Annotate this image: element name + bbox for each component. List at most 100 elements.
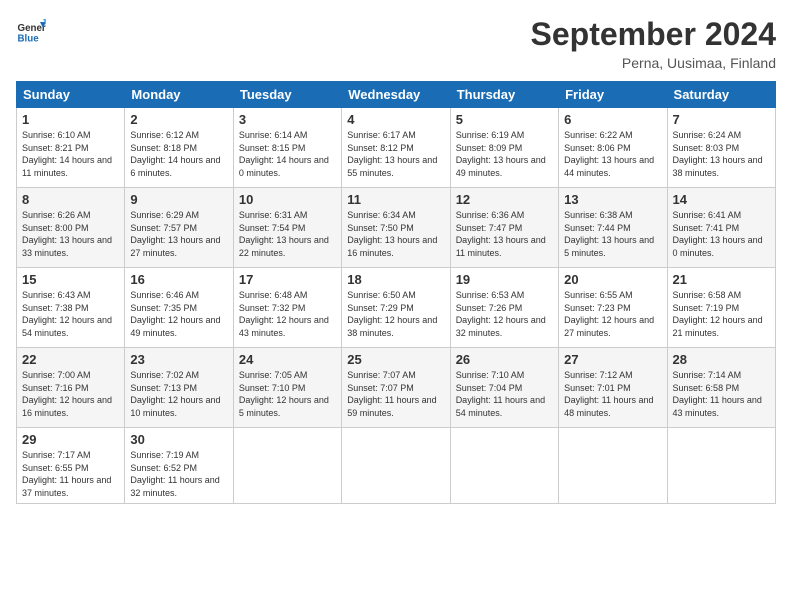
day-number: 7 bbox=[673, 112, 770, 127]
calendar-cell: 20 Sunrise: 6:55 AM Sunset: 7:23 PM Dayl… bbox=[559, 268, 667, 348]
cell-info: Sunrise: 7:07 AM Sunset: 7:07 PM Dayligh… bbox=[347, 369, 444, 419]
calendar-cell: 28 Sunrise: 7:14 AM Sunset: 6:58 PM Dayl… bbox=[667, 348, 775, 428]
sunset-text: Sunset: 7:54 PM bbox=[239, 222, 336, 235]
daylight-text: Daylight: 14 hours and 6 minutes. bbox=[130, 154, 227, 179]
calendar-cell: 30 Sunrise: 7:19 AM Sunset: 6:52 PM Dayl… bbox=[125, 428, 233, 504]
sunset-text: Sunset: 8:00 PM bbox=[22, 222, 119, 235]
sunrise-text: Sunrise: 6:48 AM bbox=[239, 289, 336, 302]
sunset-text: Sunset: 7:19 PM bbox=[673, 302, 770, 315]
cell-info: Sunrise: 7:10 AM Sunset: 7:04 PM Dayligh… bbox=[456, 369, 553, 419]
day-number: 24 bbox=[239, 352, 336, 367]
cell-info: Sunrise: 7:12 AM Sunset: 7:01 PM Dayligh… bbox=[564, 369, 661, 419]
col-sunday: Sunday bbox=[17, 82, 125, 108]
day-number: 9 bbox=[130, 192, 227, 207]
daylight-text: Daylight: 12 hours and 38 minutes. bbox=[347, 314, 444, 339]
sunset-text: Sunset: 8:06 PM bbox=[564, 142, 661, 155]
sunrise-text: Sunrise: 6:53 AM bbox=[456, 289, 553, 302]
daylight-text: Daylight: 13 hours and 33 minutes. bbox=[22, 234, 119, 259]
cell-info: Sunrise: 7:00 AM Sunset: 7:16 PM Dayligh… bbox=[22, 369, 119, 419]
page-header: General Blue September 2024 Perna, Uusim… bbox=[16, 16, 776, 71]
day-number: 13 bbox=[564, 192, 661, 207]
daylight-text: Daylight: 12 hours and 32 minutes. bbox=[456, 314, 553, 339]
sunset-text: Sunset: 8:15 PM bbox=[239, 142, 336, 155]
calendar-cell: 9 Sunrise: 6:29 AM Sunset: 7:57 PM Dayli… bbox=[125, 188, 233, 268]
daylight-text: Daylight: 13 hours and 55 minutes. bbox=[347, 154, 444, 179]
sunrise-text: Sunrise: 6:12 AM bbox=[130, 129, 227, 142]
day-number: 12 bbox=[456, 192, 553, 207]
calendar-cell: 25 Sunrise: 7:07 AM Sunset: 7:07 PM Dayl… bbox=[342, 348, 450, 428]
sunrise-text: Sunrise: 6:24 AM bbox=[673, 129, 770, 142]
daylight-text: Daylight: 12 hours and 21 minutes. bbox=[673, 314, 770, 339]
daylight-text: Daylight: 12 hours and 16 minutes. bbox=[22, 394, 119, 419]
daylight-text: Daylight: 12 hours and 43 minutes. bbox=[239, 314, 336, 339]
calendar-cell bbox=[559, 428, 667, 504]
sunset-text: Sunset: 7:41 PM bbox=[673, 222, 770, 235]
daylight-text: Daylight: 12 hours and 5 minutes. bbox=[239, 394, 336, 419]
sunset-text: Sunset: 7:16 PM bbox=[22, 382, 119, 395]
sunset-text: Sunset: 7:13 PM bbox=[130, 382, 227, 395]
daylight-text: Daylight: 13 hours and 49 minutes. bbox=[456, 154, 553, 179]
col-thursday: Thursday bbox=[450, 82, 558, 108]
title-block: September 2024 Perna, Uusimaa, Finland bbox=[531, 16, 776, 71]
sunrise-text: Sunrise: 7:12 AM bbox=[564, 369, 661, 382]
day-number: 5 bbox=[456, 112, 553, 127]
calendar-cell: 19 Sunrise: 6:53 AM Sunset: 7:26 PM Dayl… bbox=[450, 268, 558, 348]
day-number: 8 bbox=[22, 192, 119, 207]
sunrise-text: Sunrise: 6:22 AM bbox=[564, 129, 661, 142]
cell-info: Sunrise: 7:19 AM Sunset: 6:52 PM Dayligh… bbox=[130, 449, 227, 499]
calendar-cell: 6 Sunrise: 6:22 AM Sunset: 8:06 PM Dayli… bbox=[559, 108, 667, 188]
day-number: 22 bbox=[22, 352, 119, 367]
daylight-text: Daylight: 11 hours and 59 minutes. bbox=[347, 394, 444, 419]
day-number: 30 bbox=[130, 432, 227, 447]
daylight-text: Daylight: 13 hours and 5 minutes. bbox=[564, 234, 661, 259]
day-number: 25 bbox=[347, 352, 444, 367]
sunset-text: Sunset: 7:07 PM bbox=[347, 382, 444, 395]
cell-info: Sunrise: 6:53 AM Sunset: 7:26 PM Dayligh… bbox=[456, 289, 553, 339]
cell-info: Sunrise: 6:22 AM Sunset: 8:06 PM Dayligh… bbox=[564, 129, 661, 179]
day-number: 4 bbox=[347, 112, 444, 127]
calendar-cell: 22 Sunrise: 7:00 AM Sunset: 7:16 PM Dayl… bbox=[17, 348, 125, 428]
sunrise-text: Sunrise: 6:38 AM bbox=[564, 209, 661, 222]
calendar-cell: 5 Sunrise: 6:19 AM Sunset: 8:09 PM Dayli… bbox=[450, 108, 558, 188]
calendar-cell: 17 Sunrise: 6:48 AM Sunset: 7:32 PM Dayl… bbox=[233, 268, 341, 348]
location: Perna, Uusimaa, Finland bbox=[531, 55, 776, 71]
calendar-cell: 26 Sunrise: 7:10 AM Sunset: 7:04 PM Dayl… bbox=[450, 348, 558, 428]
calendar-cell: 3 Sunrise: 6:14 AM Sunset: 8:15 PM Dayli… bbox=[233, 108, 341, 188]
calendar-cell: 27 Sunrise: 7:12 AM Sunset: 7:01 PM Dayl… bbox=[559, 348, 667, 428]
daylight-text: Daylight: 13 hours and 16 minutes. bbox=[347, 234, 444, 259]
calendar-cell: 14 Sunrise: 6:41 AM Sunset: 7:41 PM Dayl… bbox=[667, 188, 775, 268]
daylight-text: Daylight: 11 hours and 48 minutes. bbox=[564, 394, 661, 419]
sunset-text: Sunset: 8:03 PM bbox=[673, 142, 770, 155]
calendar-cell: 4 Sunrise: 6:17 AM Sunset: 8:12 PM Dayli… bbox=[342, 108, 450, 188]
sunrise-text: Sunrise: 7:07 AM bbox=[347, 369, 444, 382]
sunrise-text: Sunrise: 6:31 AM bbox=[239, 209, 336, 222]
cell-info: Sunrise: 6:41 AM Sunset: 7:41 PM Dayligh… bbox=[673, 209, 770, 259]
daylight-text: Daylight: 13 hours and 0 minutes. bbox=[673, 234, 770, 259]
sunset-text: Sunset: 8:09 PM bbox=[456, 142, 553, 155]
sunrise-text: Sunrise: 6:36 AM bbox=[456, 209, 553, 222]
day-number: 16 bbox=[130, 272, 227, 287]
calendar-cell: 16 Sunrise: 6:46 AM Sunset: 7:35 PM Dayl… bbox=[125, 268, 233, 348]
cell-info: Sunrise: 6:29 AM Sunset: 7:57 PM Dayligh… bbox=[130, 209, 227, 259]
calendar-cell: 1 Sunrise: 6:10 AM Sunset: 8:21 PM Dayli… bbox=[17, 108, 125, 188]
sunrise-text: Sunrise: 6:29 AM bbox=[130, 209, 227, 222]
col-wednesday: Wednesday bbox=[342, 82, 450, 108]
calendar-cell bbox=[667, 428, 775, 504]
daylight-text: Daylight: 12 hours and 54 minutes. bbox=[22, 314, 119, 339]
calendar-cell: 12 Sunrise: 6:36 AM Sunset: 7:47 PM Dayl… bbox=[450, 188, 558, 268]
sunrise-text: Sunrise: 6:58 AM bbox=[673, 289, 770, 302]
cell-info: Sunrise: 7:05 AM Sunset: 7:10 PM Dayligh… bbox=[239, 369, 336, 419]
sunset-text: Sunset: 7:50 PM bbox=[347, 222, 444, 235]
sunrise-text: Sunrise: 7:05 AM bbox=[239, 369, 336, 382]
sunset-text: Sunset: 7:35 PM bbox=[130, 302, 227, 315]
calendar-cell: 13 Sunrise: 6:38 AM Sunset: 7:44 PM Dayl… bbox=[559, 188, 667, 268]
logo-icon: General Blue bbox=[16, 16, 46, 46]
daylight-text: Daylight: 11 hours and 32 minutes. bbox=[130, 474, 227, 499]
sunrise-text: Sunrise: 6:41 AM bbox=[673, 209, 770, 222]
daylight-text: Daylight: 12 hours and 49 minutes. bbox=[130, 314, 227, 339]
day-number: 28 bbox=[673, 352, 770, 367]
calendar-cell: 10 Sunrise: 6:31 AM Sunset: 7:54 PM Dayl… bbox=[233, 188, 341, 268]
cell-info: Sunrise: 6:26 AM Sunset: 8:00 PM Dayligh… bbox=[22, 209, 119, 259]
cell-info: Sunrise: 7:14 AM Sunset: 6:58 PM Dayligh… bbox=[673, 369, 770, 419]
daylight-text: Daylight: 14 hours and 0 minutes. bbox=[239, 154, 336, 179]
